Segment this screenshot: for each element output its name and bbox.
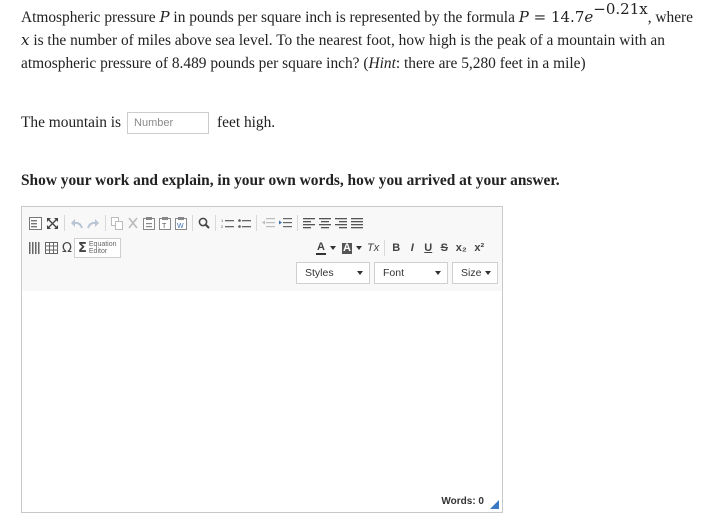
styles-dropdown[interactable]: Styles [296,262,370,284]
toolbar-separator [297,215,298,231]
sigma-icon: Σ [78,240,87,256]
font-dropdown-label: Font [383,267,405,279]
hint-label: Hint [368,55,396,72]
copy-icon[interactable] [109,213,125,233]
align-right-icon[interactable] [333,213,349,233]
bold-button[interactable]: B [388,238,404,258]
styles-dropdown-label: Styles [305,267,334,279]
align-justify-icon[interactable] [349,213,365,233]
toolbar-separator [384,240,386,256]
text-color-caret-icon[interactable] [330,246,336,250]
svg-text:1: 1 [221,218,224,223]
source-icon[interactable] [27,213,44,233]
table-icon[interactable] [43,238,60,258]
toolbar-separator [215,215,216,231]
formula-lhs: P [518,8,529,26]
underline-button[interactable]: U [420,238,436,258]
equation-label-line-2: Editor [88,248,108,255]
background-color-label: A [342,241,352,254]
text-color-label: A [317,240,325,253]
size-dropdown[interactable]: Size [452,262,498,284]
chevron-down-icon [485,271,491,275]
background-color-button[interactable]: A [339,238,355,258]
superscript-button[interactable]: x² [470,238,488,258]
paste-text-icon[interactable]: T [157,213,173,233]
text-color-swatch [316,252,326,255]
answer-number-input[interactable] [127,112,210,134]
align-left-icon[interactable] [301,213,317,233]
question-text-part: , where [647,9,693,26]
size-dropdown-label: Size [461,267,482,279]
word-count: Words: 0 [441,496,484,507]
svg-text:W: W [177,223,184,230]
equation-editor-label: Equation Editor [87,241,117,255]
omega-icon[interactable]: Ω [60,238,74,258]
work-instructions: Show your work and explain, in your own … [21,172,560,189]
strikethrough-button[interactable]: S [436,238,452,258]
question-text-part: Atmospheric pressure [21,9,160,26]
toolbar-separator [192,215,193,231]
editor-content-area[interactable] [22,291,502,512]
question-text-part: : there are 5,280 feet in a mile) [395,55,586,72]
question-text-part: in pounds per square inch is represented… [169,9,519,26]
svg-text:2: 2 [221,224,224,229]
italic-button[interactable]: I [404,238,420,258]
equation-label-line-1: Equation [88,241,117,248]
indent-icon[interactable] [277,213,294,233]
rich-text-editor: T W 12 Ω Σ Equation Editor A A Tx B I U … [21,206,503,513]
chevron-down-icon [435,271,441,275]
formula-exponent: −0.21x [593,0,648,18]
background-color-caret-icon[interactable] [356,246,362,250]
horizontal-rule-icon[interactable] [27,238,43,258]
outdent-icon[interactable] [260,213,277,233]
answer-line: The mountain is feet high. [21,110,275,136]
paste-word-icon[interactable]: W [173,213,189,233]
formula-base-e: e [584,8,594,26]
question-text: Atmospheric pressure P in pounds per squ… [21,0,693,75]
align-center-icon[interactable] [317,213,333,233]
toolbar-row-2-left: Ω Σ Equation Editor [27,238,121,258]
bulleted-list-icon[interactable] [236,213,253,233]
variable-p: P [159,8,170,26]
remove-format-button[interactable]: Tx [365,238,381,258]
resize-handle-icon[interactable] [490,500,499,509]
chevron-down-icon [357,271,363,275]
redo-icon[interactable] [85,213,102,233]
toolbar-row-1: T W 12 [27,213,365,233]
editor-toolbar: T W 12 Ω Σ Equation Editor A A Tx B I U … [22,207,502,292]
answer-prefix: The mountain is [21,114,122,131]
toolbar-separator [105,215,106,231]
find-icon[interactable] [196,213,212,233]
answer-suffix: feet high. [217,114,276,131]
subscript-button[interactable]: x₂ [452,238,470,258]
cut-icon[interactable] [125,213,141,233]
toolbar-separator [256,215,257,231]
undo-icon[interactable] [68,213,85,233]
paste-icon[interactable] [141,213,157,233]
font-dropdown[interactable]: Font [374,262,448,284]
text-color-button[interactable]: A [313,238,329,258]
maximize-icon[interactable] [44,213,61,233]
toolbar-row-2-format: A A Tx B I U S x₂ x² [313,238,488,258]
formula-equals: = 14.7 [528,8,585,26]
toolbar-separator [64,215,65,231]
svg-text:T: T [162,223,167,230]
numbered-list-icon[interactable]: 12 [219,213,236,233]
equation-editor-button[interactable]: Σ Equation Editor [74,238,121,258]
